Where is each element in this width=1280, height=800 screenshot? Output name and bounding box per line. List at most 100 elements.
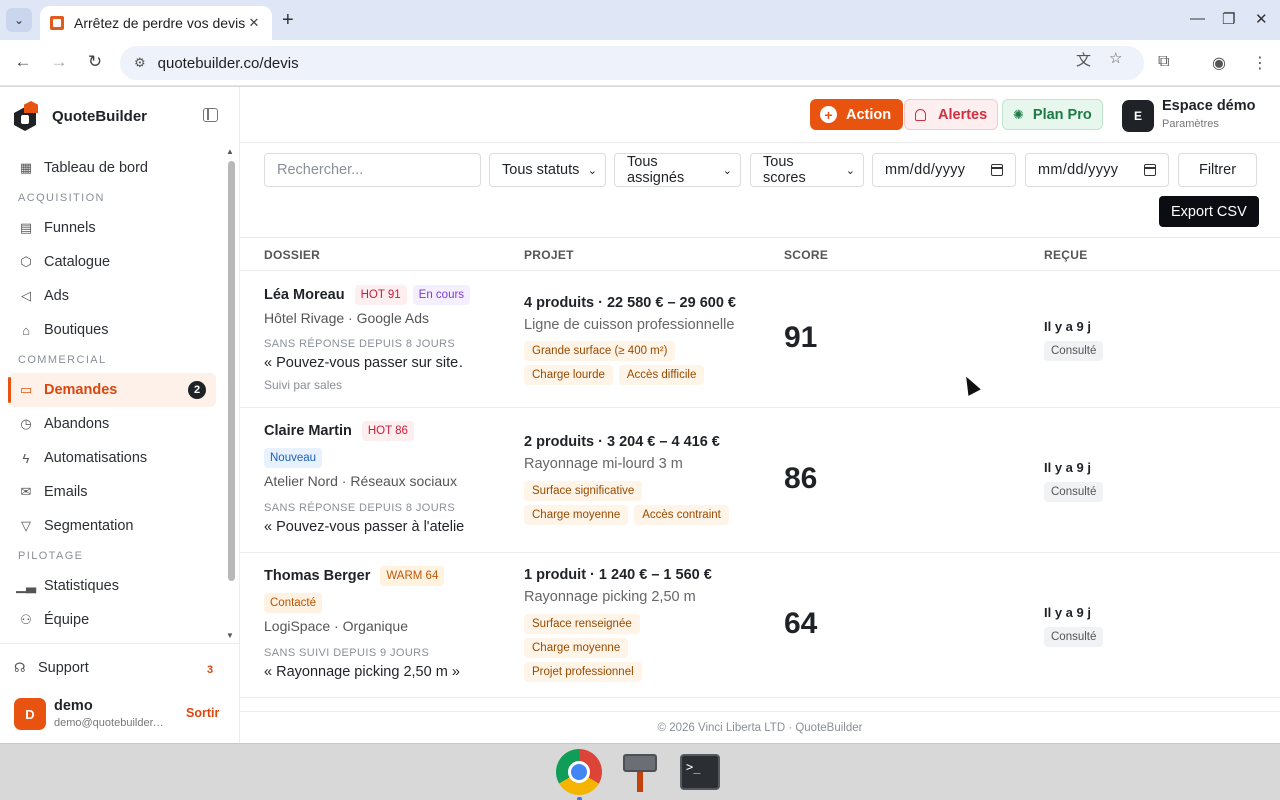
workspace-name[interactable]: Espace démo	[1162, 98, 1256, 114]
filter-icon: ▽	[21, 518, 31, 533]
site-info-icon[interactable]: ⚙	[134, 55, 146, 71]
store-icon: ⌂	[22, 322, 30, 338]
workspace-avatar[interactable]: E	[1122, 100, 1154, 132]
assignee-select[interactable]: Tous assignés ⌄	[614, 153, 741, 187]
project-summary: 4 produits · 22 580 € – 29 600 €	[524, 295, 736, 311]
team-icon: ⚇	[20, 612, 32, 627]
favicon-icon	[50, 16, 64, 30]
no-followup-since: SANS SUIVI DEPUIS 9 JOURS	[264, 647, 430, 659]
sidebar-item-boutiques[interactable]: ⌂ Boutiques	[8, 313, 216, 347]
system-monitor-app-icon[interactable]	[616, 748, 664, 796]
row-title-line: Thomas Berger WARM 64	[264, 566, 450, 586]
browser-tabstrip: ⌄ Arrêtez de perdre vos devis ✕ + — ❐ ✕	[0, 0, 1280, 40]
calendar-icon[interactable]	[991, 164, 1003, 176]
date-from-value: mm/dd/yyyy	[885, 162, 966, 178]
forward-icon[interactable]: →	[48, 52, 70, 72]
scroll-down-arrow-icon[interactable]: ▼	[226, 631, 234, 640]
sidebar-item-label: Abandons	[44, 416, 110, 432]
sidebar-item-segmentation[interactable]: ▽ Segmentation	[8, 509, 216, 543]
minimize-icon[interactable]: —	[1190, 10, 1205, 27]
browser-tab[interactable]: Arrêtez de perdre vos devis ✕	[40, 6, 272, 40]
scrollbar-thumb[interactable]	[228, 161, 235, 581]
nav-section-commercial: COMMERCIAL	[18, 354, 107, 366]
client-name[interactable]: Thomas Berger	[264, 568, 370, 584]
column-header-dossier[interactable]: DOSSIER	[264, 248, 320, 262]
sidebar-item-label: Boutiques	[44, 322, 109, 338]
lead-score-badge: WARM 64	[380, 566, 445, 586]
sidebar-item-statistiques[interactable]: ▁▃ Statistiques	[8, 569, 216, 603]
sidebar-item-equipe[interactable]: ⚇ Équipe	[8, 603, 216, 637]
bookmark-star-icon[interactable]: ☆	[1109, 49, 1122, 67]
table-row[interactable]: Thomas Berger WARM 64 Contacté LogiSpace…	[240, 553, 1280, 698]
calendar-icon[interactable]	[1144, 164, 1156, 176]
sidebar-item-catalogue[interactable]: ⬡ Catalogue	[8, 245, 216, 279]
column-header-recue[interactable]: REÇUE	[1044, 248, 1088, 262]
sidebar-item-label: Automatisations	[44, 450, 148, 466]
alerts-button[interactable]: Alertes	[904, 99, 999, 130]
topbar: + Action Alertes ✺ Plan Pro E Espace dém…	[240, 87, 1280, 143]
chevron-down-icon: ⌄	[845, 164, 855, 177]
last-message: « Pouvez-vous passer sur site…	[264, 355, 464, 371]
lead-score-badge: HOT 86	[361, 421, 414, 441]
client-name[interactable]: Claire Martin	[264, 423, 352, 439]
client-name[interactable]: Léa Moreau	[264, 287, 345, 303]
sidebar-scrollbar[interactable]: ▲ ▼	[226, 147, 236, 641]
company-source: Hôtel Rivage · Google Ads	[264, 310, 429, 326]
bolt-icon: ϟ	[22, 450, 30, 466]
sidebar-item-emails[interactable]: ✉ Emails	[8, 475, 216, 509]
no-reply-since: SANS RÉPONSE DEPUIS 8 JOURS	[264, 502, 456, 514]
sidebar-item-support[interactable]: ☊ Support	[14, 660, 89, 676]
column-header-projet[interactable]: PROJET	[524, 248, 574, 262]
sidebar-item-abandons[interactable]: ◷ Abandons	[8, 407, 216, 441]
extensions-icon[interactable]: ⧉	[1158, 53, 1169, 71]
scroll-up-arrow-icon[interactable]: ▲	[226, 147, 234, 156]
date-from-input[interactable]: mm/dd/yyyy	[872, 153, 1016, 187]
sidebar-item-ads[interactable]: ◁ Ads	[8, 279, 216, 313]
table-row[interactable]: Claire Martin HOT 86 Nouveau Atelier Nor…	[240, 408, 1280, 553]
back-icon[interactable]: ←	[12, 52, 34, 72]
table-header: DOSSIER PROJET SCORE REÇUE	[240, 238, 1280, 271]
date-to-input[interactable]: mm/dd/yyyy	[1025, 153, 1169, 187]
export-csv-button[interactable]: Export CSV	[1159, 196, 1259, 227]
project-summary: 2 produits · 3 204 € – 4 416 €	[524, 434, 720, 450]
sidebar-item-dashboard[interactable]: ▦ Tableau de bord	[8, 151, 216, 185]
sparkle-icon: ✺	[1013, 106, 1024, 122]
column-header-score[interactable]: SCORE	[784, 248, 828, 262]
close-window-icon[interactable]: ✕	[1255, 10, 1268, 28]
close-tab-icon[interactable]: ✕	[246, 15, 262, 31]
user-avatar[interactable]: D	[14, 698, 46, 730]
headset-icon: ☊	[14, 660, 26, 675]
collapse-sidebar-icon[interactable]	[203, 108, 218, 122]
plan-pro-button[interactable]: ✺ Plan Pro	[1002, 99, 1103, 130]
brand[interactable]: QuoteBuilder	[14, 101, 147, 131]
translate-icon[interactable]: 文	[1076, 49, 1091, 70]
action-button[interactable]: + Action	[810, 99, 904, 130]
row-status-line: Contacté	[264, 593, 328, 613]
reload-icon[interactable]: ↻	[84, 52, 106, 72]
sidebar-item-automatisations[interactable]: ϟ Automatisations	[8, 441, 216, 475]
tab-search-button[interactable]: ⌄	[6, 8, 32, 32]
status-select[interactable]: Tous statuts ⌄	[489, 153, 606, 187]
logout-button[interactable]: Sortir	[186, 706, 219, 720]
lead-score: 64	[784, 607, 818, 640]
search-input[interactable]: Rechercher...	[264, 153, 481, 187]
table-row[interactable]: Léa Moreau HOT 91 En cours Hôtel Rivage …	[240, 271, 1280, 408]
chrome-app-icon[interactable]	[555, 748, 603, 796]
filter-button[interactable]: Filtrer	[1178, 153, 1257, 187]
browser-menu-icon[interactable]: ⋮	[1252, 53, 1268, 73]
sidebar-item-demandes[interactable]: ▭ Demandes 2	[8, 373, 216, 407]
terminal-app-icon[interactable]: >_	[676, 748, 724, 796]
new-tab-button[interactable]: +	[282, 9, 294, 32]
address-bar[interactable]: ⚙ quotebuilder.co/devis	[120, 46, 1144, 80]
tab-title: Arrêtez de perdre vos devis	[74, 15, 246, 31]
project-tag: Surface significative	[524, 481, 643, 501]
page-footer: © 2026 Vinci Liberta LTD · QuoteBuilder	[240, 711, 1280, 743]
workspace-settings-link[interactable]: Paramètres	[1162, 118, 1219, 130]
sidebar-item-label: Statistiques	[44, 578, 119, 594]
profile-icon[interactable]: ◉	[1212, 53, 1226, 73]
score-select[interactable]: Tous scores ⌄	[750, 153, 864, 187]
restore-icon[interactable]: ❐	[1222, 10, 1235, 28]
sidebar-item-funnels[interactable]: ▤ Funnels	[8, 211, 216, 245]
project-tag: Charge lourde	[524, 365, 613, 385]
status-badge: En cours	[412, 285, 471, 305]
